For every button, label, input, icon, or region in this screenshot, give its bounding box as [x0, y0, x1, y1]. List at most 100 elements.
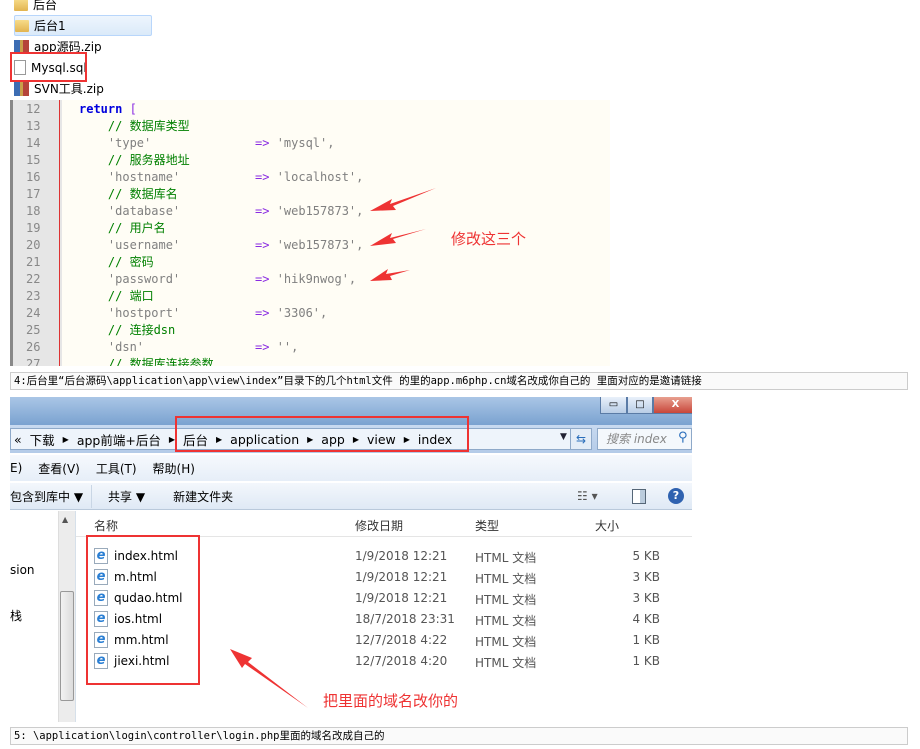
keyword: return: [79, 102, 123, 116]
menu-item[interactable]: E): [10, 461, 22, 475]
explorer-window: ▭ □ X «下载 ▶ app前端+后台 ▶ 后台 ▶ application ▶ app ▶ vi…: [10, 397, 692, 722]
comment: // 端口: [79, 289, 154, 303]
help-icon[interactable]: ?: [668, 488, 684, 504]
folder-icon: [15, 19, 29, 32]
comment: // 用户名: [79, 221, 166, 235]
scroll-up-icon[interactable]: ▲: [62, 515, 68, 524]
comment: // 密码: [79, 255, 154, 269]
file-size: 1 KB: [632, 633, 660, 647]
instruction-note-5: 5: \application\login\controller\login.p…: [10, 727, 908, 745]
line-number: 15: [26, 153, 41, 167]
highlight-box: [10, 52, 87, 82]
code-line: 25 // 连接dsn: [10, 322, 610, 339]
file-date: 12/7/2018 4:22: [355, 633, 448, 647]
new-folder-button[interactable]: 新建文件夹: [173, 488, 233, 505]
nav-item[interactable]: sion: [10, 563, 35, 577]
line-number: 13: [26, 119, 41, 133]
share-button[interactable]: 共享 ▼: [108, 488, 145, 505]
config-key: 'type': [79, 136, 152, 150]
config-value: 'web157873',: [276, 238, 364, 252]
overflow-crumb[interactable]: «: [14, 432, 22, 447]
breadcrumb-item[interactable]: 下载: [30, 430, 55, 449]
file-date: 1/9/2018 12:21: [355, 570, 448, 584]
column-header: 名称 修改日期 类型 大小: [76, 511, 692, 537]
file-date: 1/9/2018 12:21: [355, 549, 448, 563]
menu-item[interactable]: 工具(T): [96, 460, 137, 477]
arrow-operator: =>: [255, 272, 270, 286]
line-number: 27: [26, 357, 41, 366]
comment: // 数据库连接参数: [79, 357, 214, 366]
file-type: HTML 文档: [475, 656, 537, 670]
annotation-text: 把里面的域名改你的: [323, 692, 459, 710]
file-type: HTML 文档: [475, 614, 537, 628]
file-name: 后台1: [34, 19, 66, 33]
menu-item[interactable]: 查看(V): [38, 460, 80, 477]
comment: // 连接dsn: [79, 323, 176, 337]
column-name[interactable]: 名称: [94, 517, 118, 534]
line-number: 26: [26, 340, 41, 354]
comment: // 数据库类型: [79, 119, 190, 133]
code-line: 13 // 数据库类型: [10, 118, 610, 135]
column-date[interactable]: 修改日期: [355, 517, 403, 534]
arrow-operator: =>: [255, 170, 270, 184]
config-key: 'dsn': [79, 340, 145, 354]
config-key: 'hostname': [79, 170, 181, 184]
include-in-library-button[interactable]: 包含到库中 ▼: [10, 484, 93, 508]
breadcrumb-item[interactable]: app前端+后台: [77, 430, 161, 449]
instruction-note-4: 4:后台里“后台源码\application\app\view\index”目录…: [10, 372, 908, 390]
scroll-thumb[interactable]: [60, 591, 74, 701]
file-type: HTML 文档: [475, 593, 537, 607]
menu-bar: E) 查看(V) 工具(T) 帮助(H): [10, 455, 692, 481]
navigation-pane: sion 栈 ▲: [10, 511, 76, 722]
preview-pane-icon[interactable]: [632, 488, 646, 504]
comment: // 服务器地址: [79, 153, 190, 167]
nav-scrollbar[interactable]: ▲: [58, 511, 75, 722]
file-item[interactable]: 后台1: [14, 15, 152, 36]
file-type: HTML 文档: [475, 635, 537, 649]
code-line: 22 'password' => 'hik9nwog',: [10, 271, 610, 288]
close-button[interactable]: X: [653, 397, 692, 414]
chevron-right-icon[interactable]: ▶: [63, 435, 69, 444]
config-key: 'database': [79, 204, 181, 218]
code-line: 27 // 数据库连接参数: [10, 356, 610, 366]
code-line: 18 'database' => 'web157873',: [10, 203, 610, 220]
config-key: 'hostport': [79, 306, 181, 320]
refresh-icon[interactable]: ⇆: [570, 428, 592, 450]
maximize-button[interactable]: □: [627, 397, 653, 414]
search-icon[interactable]: ⚲: [678, 430, 688, 445]
config-value: 'web157873',: [276, 204, 364, 218]
file-name: 后台: [33, 0, 58, 12]
config-value: '',: [276, 340, 299, 354]
code-line: 23 // 端口: [10, 288, 610, 305]
file-size: 3 KB: [632, 591, 660, 605]
annotation-text: 修改这三个: [451, 230, 527, 248]
line-number: 14: [26, 136, 41, 150]
nav-item[interactable]: 栈: [10, 607, 22, 624]
column-type[interactable]: 类型: [475, 517, 499, 534]
arrow-operator: =>: [255, 340, 270, 354]
zip-icon: [14, 81, 29, 96]
config-value: 'mysql',: [276, 136, 335, 150]
arrow-icon: [370, 188, 436, 211]
history-dropdown-icon[interactable]: ▼: [560, 432, 567, 442]
toolbar: 包含到库中 ▼ 共享 ▼ 新建文件夹 ☷ ▾ ?: [10, 483, 692, 510]
line-number: 24: [26, 306, 41, 320]
arrow-operator: =>: [255, 204, 270, 218]
config-value: '3306',: [276, 306, 328, 320]
minimize-button[interactable]: ▭: [600, 397, 627, 414]
column-size[interactable]: 大小: [595, 517, 619, 534]
code-line: 26 'dsn' => '',: [10, 339, 610, 356]
code-line: 12 return [: [10, 101, 610, 118]
file-item[interactable]: 后台: [14, 0, 152, 15]
config-key: 'password': [79, 272, 181, 286]
highlight-box: [86, 535, 200, 685]
arrow-icon: [370, 229, 426, 246]
code-line: 24 'hostport' => '3306',: [10, 305, 610, 322]
view-options-icon[interactable]: ☷ ▾: [577, 489, 598, 503]
arrow-operator: =>: [255, 306, 270, 320]
code-line: 15 // 服务器地址: [10, 152, 610, 169]
menu-item[interactable]: 帮助(H): [153, 460, 195, 477]
highlight-box: [175, 416, 469, 452]
line-number: 12: [26, 102, 41, 116]
arrows-annotation: [370, 188, 436, 281]
